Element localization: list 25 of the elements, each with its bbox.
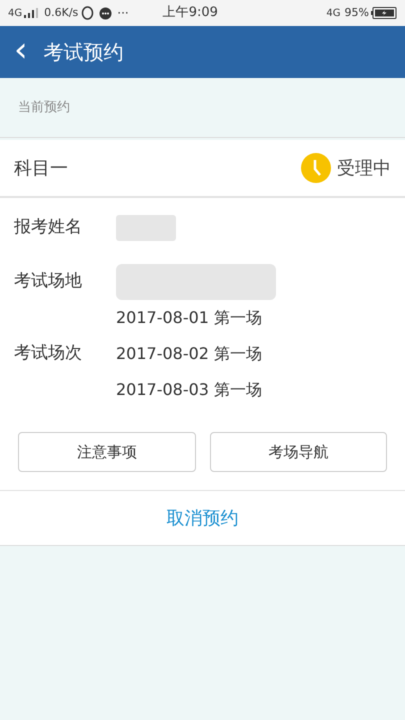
chat-icon <box>99 6 112 20</box>
subject-title: 科目一 <box>14 156 68 180</box>
signal-icon <box>24 8 38 18</box>
network-speed: 0.6K/s <box>44 4 78 21</box>
field-label: 考试场次 <box>14 342 83 366</box>
network-type: 4G <box>8 6 22 20</box>
action-button[interactable]: 注意事项 <box>18 432 196 472</box>
session-entry: 2017-08-02 第一场 <box>116 343 262 365</box>
more-notifications: ··· <box>117 5 129 22</box>
network-type: 4G <box>326 6 341 20</box>
page-title: 考试预约 <box>44 39 124 66</box>
clock-icon <box>301 153 331 183</box>
cancel-link[interactable]: 取消预约 <box>166 504 238 532</box>
back-button[interactable]: ‹ <box>14 33 28 71</box>
battery-percent: 95% <box>344 4 369 21</box>
session-entry: 2017-08-03 第一场 <box>116 379 262 401</box>
field-label: 报考姓名 <box>14 216 83 240</box>
field-label: 考试场地 <box>14 270 83 294</box>
clock: 上午9:09 <box>162 4 218 22</box>
battery-icon <box>371 7 397 19</box>
action-button[interactable]: 考场导航 <box>210 432 387 472</box>
section-label: 当前预约 <box>18 98 70 117</box>
blurred-value <box>116 215 176 241</box>
status-label: 受理中 <box>337 156 391 180</box>
session-entry: 2017-08-01 第一场 <box>116 307 262 329</box>
